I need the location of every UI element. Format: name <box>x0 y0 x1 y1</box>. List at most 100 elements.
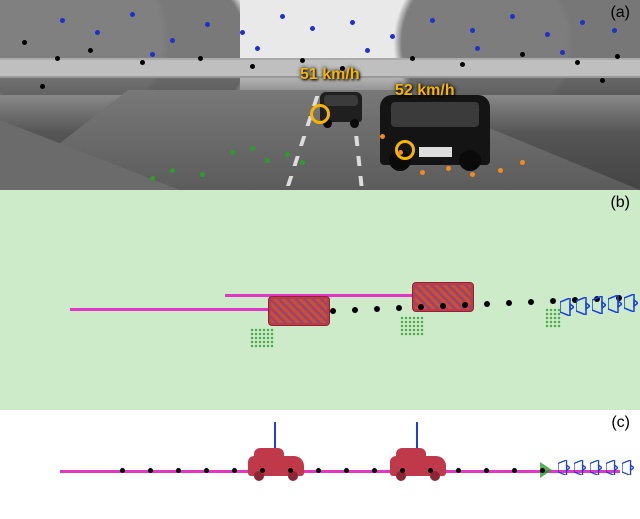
feature-point-blue <box>475 46 480 51</box>
ego-pose-dot-c <box>232 468 237 473</box>
ego-pose-dot-c <box>344 468 349 473</box>
ego-pose-dot-c <box>372 468 377 473</box>
feature-point-black <box>250 64 255 69</box>
camera-frustum-icon <box>624 294 638 312</box>
feature-point-blue <box>240 30 245 35</box>
feature-point-green <box>285 152 290 157</box>
hatch <box>271 299 327 323</box>
panel-c-label: (c) <box>611 414 630 432</box>
feature-point-green <box>150 176 155 181</box>
feature-point-green <box>200 172 205 177</box>
ego-pose-dot-c <box>176 468 181 473</box>
feature-point-black <box>615 54 620 59</box>
ego-pose-dot-c <box>260 468 265 473</box>
ego-pose-dot-c <box>120 468 125 473</box>
ego-pose-dot-c <box>316 468 321 473</box>
feature-point-black <box>22 40 27 45</box>
feature-point-green <box>250 146 255 151</box>
feature-point-blue <box>470 28 475 33</box>
ego-pose-dot-c <box>288 468 293 473</box>
trajectory-vehicle-left-b <box>70 308 290 311</box>
camera-frustum-icon <box>590 460 602 474</box>
camera-frustum-icon <box>592 296 606 314</box>
feature-point-black <box>140 60 145 65</box>
feature-point-orange <box>420 170 425 175</box>
camera-frustum-icon <box>608 295 622 313</box>
feature-point-green <box>230 150 235 155</box>
feature-point-black <box>600 78 605 83</box>
ego-pose-dot-b <box>418 304 424 310</box>
feature-point-orange <box>498 168 503 173</box>
ego-pose-dot-b <box>440 303 446 309</box>
panel-b-top-down: (b) <box>0 190 640 410</box>
ego-pose-dot-c <box>540 468 545 473</box>
trees-left <box>0 0 240 95</box>
camera-frustum-icon <box>558 460 570 474</box>
feature-point-black <box>410 56 415 61</box>
feature-point-blue <box>430 18 435 23</box>
ego-pose-dot-b <box>374 306 380 312</box>
feature-point-orange <box>470 172 475 177</box>
ground-line-c <box>60 470 620 473</box>
panel-c-side-view: (c) <box>0 410 640 519</box>
vehicle-side-left-c <box>248 456 304 476</box>
ego-pose-dot-b <box>528 299 534 305</box>
camera-frustum-icon <box>576 297 590 315</box>
ego-pose-dot-c <box>204 468 209 473</box>
feature-point-blue <box>130 12 135 17</box>
ego-pose-dot-c <box>148 468 153 473</box>
camera-frustum-icon <box>606 460 618 474</box>
feature-point-black <box>40 84 45 89</box>
feature-point-blue <box>150 52 155 57</box>
feature-point-black <box>460 62 465 67</box>
ego-pose-dot-c <box>484 468 489 473</box>
feature-point-blue <box>560 50 565 55</box>
vehicle-left-wheel-r <box>350 119 358 128</box>
vehicle-right-window <box>391 102 479 127</box>
ego-pose-dot-c <box>400 468 405 473</box>
ego-pose-dot-c <box>456 468 461 473</box>
feature-point-green <box>300 160 305 165</box>
panel-b-label: (b) <box>610 194 630 212</box>
panel-a-camera-view: 51 km/h 52 km/h (a) <box>0 0 640 190</box>
feature-point-blue <box>280 14 285 19</box>
ego-pose-dot-b <box>550 298 556 304</box>
ego-pose-dot-c <box>512 468 517 473</box>
feature-point-blue <box>350 20 355 25</box>
feature-point-orange <box>380 134 385 139</box>
feature-point-green <box>265 158 270 163</box>
ego-pose-dot-b <box>484 301 490 307</box>
speed-label-vehicle-right: 52 km/h <box>395 82 455 100</box>
feature-point-blue <box>170 38 175 43</box>
feature-point-orange <box>398 150 403 155</box>
vehicle-side-right-c <box>390 456 446 476</box>
ground-points-b-3 <box>545 308 561 328</box>
feature-point-blue <box>545 32 550 37</box>
feature-point-blue <box>310 26 315 31</box>
feature-point-blue <box>580 20 585 25</box>
trajectory-vehicle-right-b <box>225 294 440 297</box>
ego-pose-dot-b <box>352 307 358 313</box>
vehicle-box-left-b <box>268 296 330 326</box>
feature-point-black <box>300 58 305 63</box>
feature-point-black <box>88 48 93 53</box>
panel-a-label: (a) <box>610 4 630 22</box>
ego-pose-dot-b <box>462 302 468 308</box>
camera-frustum-icon <box>622 460 634 474</box>
ground-points-b-2 <box>400 316 424 336</box>
feature-point-black <box>198 56 203 61</box>
feature-point-black <box>575 60 580 65</box>
feature-point-black <box>340 66 345 71</box>
camera-frustum-icon <box>560 298 574 316</box>
feature-point-blue <box>390 34 395 39</box>
feature-point-orange <box>520 160 525 165</box>
speed-label-vehicle-left: 51 km/h <box>300 66 360 84</box>
feature-point-green <box>170 168 175 173</box>
feature-point-blue <box>255 46 260 51</box>
speed-marker-vehicle-left <box>310 104 330 124</box>
feature-point-blue <box>510 14 515 19</box>
ego-pose-dot-b <box>330 308 336 314</box>
feature-point-blue <box>60 18 65 23</box>
ego-pose-dot-c <box>428 468 433 473</box>
feature-point-blue <box>205 22 210 27</box>
